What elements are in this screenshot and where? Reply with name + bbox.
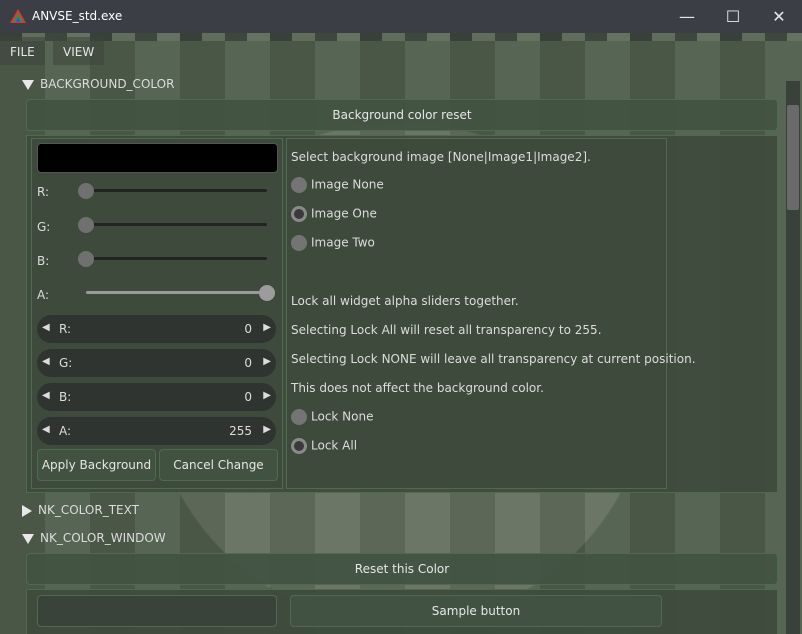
radio-label: Lock None — [311, 409, 374, 424]
app-icon — [10, 9, 26, 23]
close-button[interactable]: ✕ — [756, 0, 802, 33]
radio-off-icon — [291, 235, 307, 251]
lock-info-line-2: Selecting Lock All will reset all transp… — [291, 323, 602, 337]
property-g-stepper[interactable]: ◀ G: 0 ▶ — [37, 349, 276, 377]
radio-off-icon — [291, 177, 307, 193]
slider-a-track[interactable] — [86, 291, 267, 294]
radio-label: Lock All — [311, 438, 358, 453]
radio-label: Image None — [311, 177, 384, 192]
triangle-right-icon — [22, 504, 32, 517]
lock-info-line-1: Lock all widget alpha sliders together. — [291, 294, 519, 308]
lock-info-line-3: Selecting Lock NONE will leave all trans… — [291, 352, 696, 366]
scrollbar-thumb[interactable] — [787, 105, 799, 210]
radio-lock-none[interactable]: Lock None — [291, 409, 373, 425]
radio-label: Image One — [311, 206, 377, 221]
window-title: ANVSE_std.exe — [32, 9, 123, 23]
property-r-stepper[interactable]: ◀ R: 0 ▶ — [37, 315, 276, 343]
slider-r-knob[interactable] — [78, 183, 94, 199]
tree-node-nk-color-window[interactable]: NK_COLOR_WINDOW — [22, 531, 166, 545]
image-select-heading: Select background image [None|Image1|Ima… — [291, 150, 591, 164]
increment-icon[interactable]: ▶ — [263, 356, 271, 367]
property-value[interactable]: 0 — [244, 356, 252, 370]
radio-label: Image Two — [311, 235, 375, 250]
reset-this-color-button[interactable]: Reset this Color — [26, 553, 778, 585]
property-label: R: — [59, 322, 72, 336]
tree-node-label: NK_COLOR_WINDOW — [40, 531, 166, 545]
property-value[interactable]: 255 — [229, 424, 252, 438]
pattern-strip — [0, 33, 802, 41]
cancel-change-button[interactable]: Cancel Change — [159, 449, 278, 481]
decrement-icon[interactable]: ◀ — [42, 356, 50, 367]
property-label: G: — [59, 356, 73, 370]
sample-button[interactable]: Sample button — [290, 595, 662, 627]
increment-icon[interactable]: ▶ — [263, 322, 271, 333]
maximize-button[interactable]: ☐ — [710, 0, 756, 33]
slider-b-knob[interactable] — [78, 251, 94, 267]
property-label: B: — [59, 390, 72, 404]
menu-view[interactable]: VIEW — [53, 37, 105, 65]
radio-image-none[interactable]: Image None — [291, 177, 384, 193]
slider-a-knob[interactable] — [259, 285, 275, 301]
tree-node-background-color[interactable]: BACKGROUND_COLOR — [22, 77, 174, 91]
radio-image-two[interactable]: Image Two — [291, 235, 375, 251]
property-a-stepper[interactable]: ◀ A: 255 ▶ — [37, 417, 276, 445]
property-label: A: — [59, 424, 72, 438]
property-value[interactable]: 0 — [244, 390, 252, 404]
tree-node-label: BACKGROUND_COLOR — [40, 77, 175, 91]
slider-label-b: B: — [37, 254, 50, 268]
radio-on-icon — [291, 206, 307, 222]
decrement-icon[interactable]: ◀ — [42, 390, 50, 401]
color-preview-swatch — [37, 143, 278, 173]
triangle-down-icon — [22, 79, 34, 90]
title-bar: ANVSE_std.exe — ☐ ✕ — [0, 0, 802, 34]
apply-background-button[interactable]: Apply Background — [37, 449, 156, 481]
tree-node-label: NK_COLOR_TEXT — [38, 503, 139, 517]
radio-off-icon — [291, 409, 307, 425]
color-preview-box — [37, 595, 277, 627]
background-color-reset-button[interactable]: Background color reset — [26, 99, 778, 131]
tree-node-nk-color-text[interactable]: NK_COLOR_TEXT — [22, 503, 139, 517]
decrement-icon[interactable]: ◀ — [42, 322, 50, 333]
minimize-button[interactable]: — — [664, 0, 710, 33]
triangle-down-icon — [22, 533, 34, 544]
slider-label-a: A: — [37, 288, 50, 302]
slider-b-track[interactable] — [86, 257, 267, 260]
property-b-stepper[interactable]: ◀ B: 0 ▶ — [37, 383, 276, 411]
client-area: FILE VIEW BACKGROUND_COLOR Background co… — [0, 33, 802, 634]
slider-label-r: R: — [37, 185, 50, 199]
increment-icon[interactable]: ▶ — [263, 424, 271, 435]
radio-lock-all[interactable]: Lock All — [291, 438, 357, 454]
slider-g-knob[interactable] — [78, 217, 94, 233]
slider-g-track[interactable] — [86, 223, 267, 226]
menu-file[interactable]: FILE — [0, 37, 45, 65]
increment-icon[interactable]: ▶ — [263, 390, 271, 401]
property-value[interactable]: 0 — [244, 322, 252, 336]
decrement-icon[interactable]: ◀ — [42, 424, 50, 435]
radio-image-one[interactable]: Image One — [291, 206, 377, 222]
slider-label-g: G: — [37, 220, 51, 234]
slider-r-track[interactable] — [86, 189, 267, 192]
radio-on-icon — [291, 438, 307, 454]
lock-info-line-4: This does not affect the background colo… — [291, 381, 544, 395]
